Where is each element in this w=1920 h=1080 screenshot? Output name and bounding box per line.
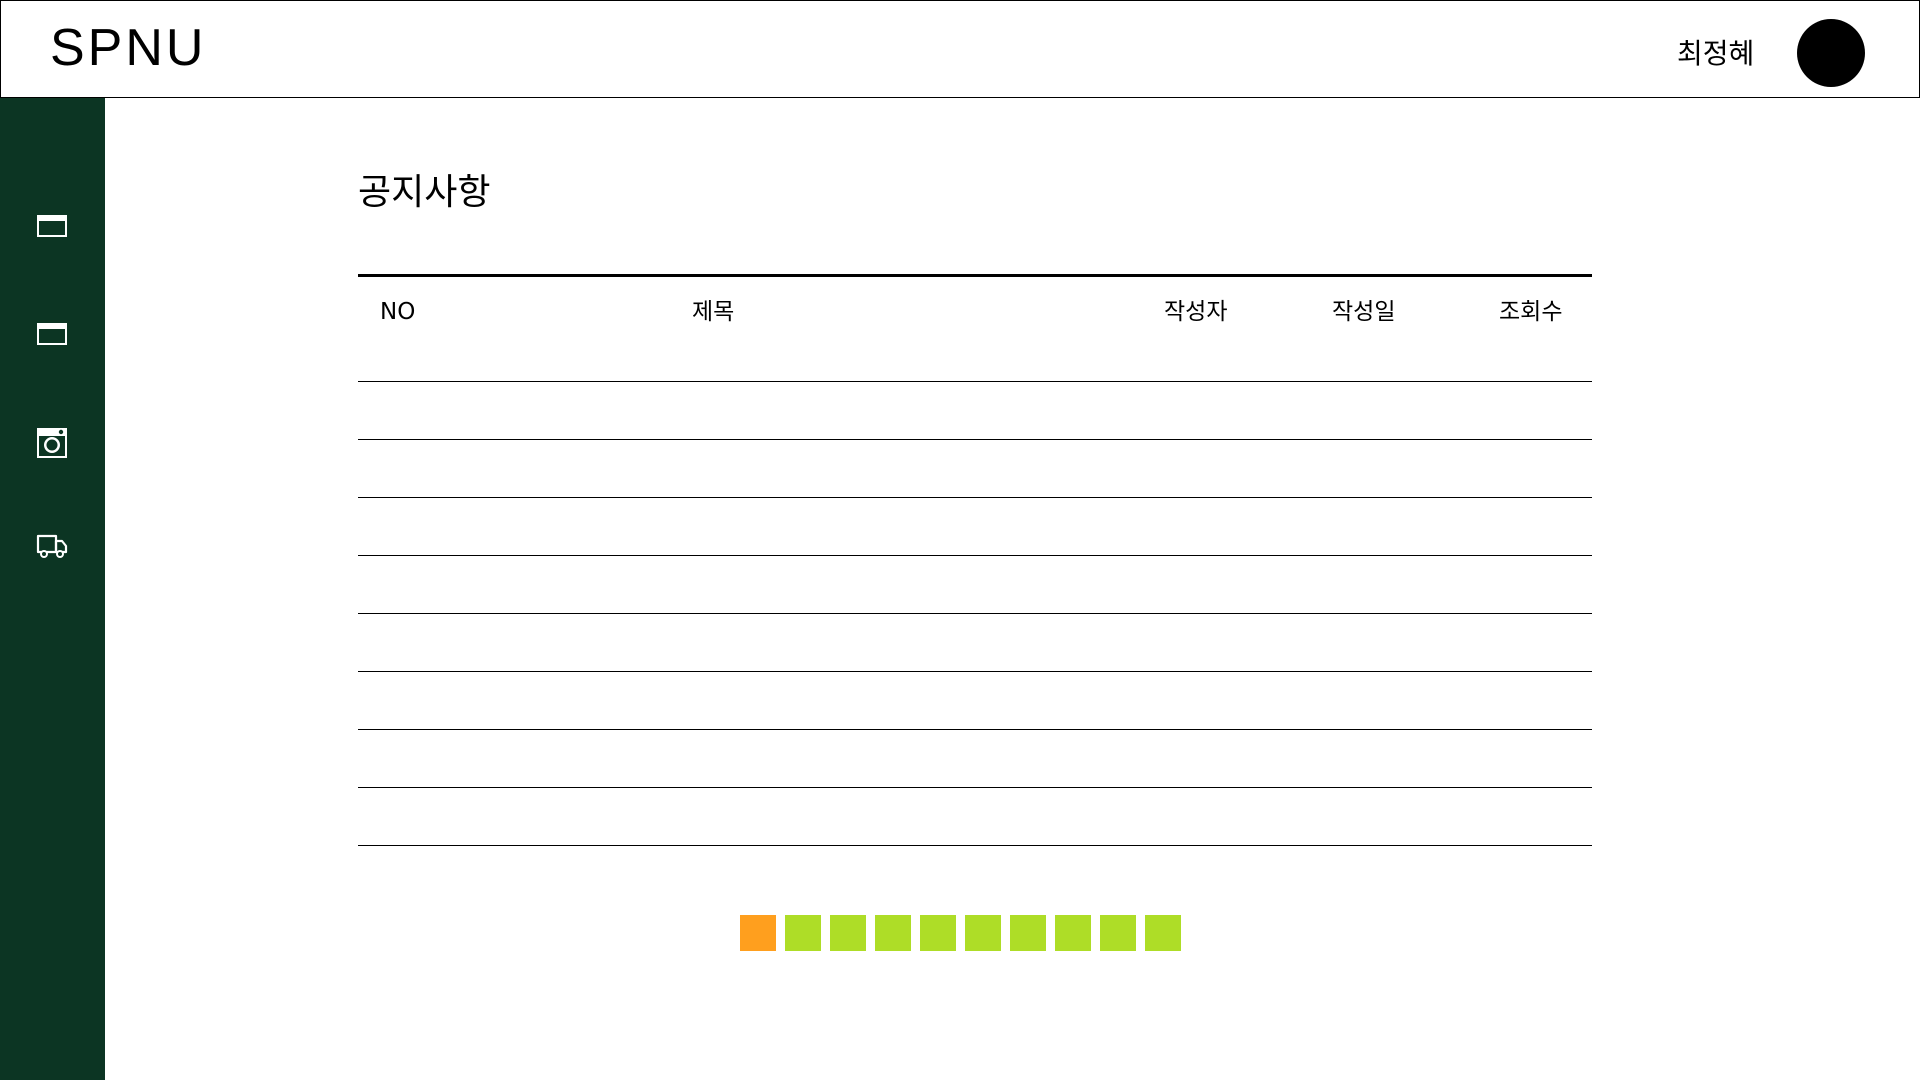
- table-row[interactable]: [358, 614, 1592, 672]
- page-title: 공지사항: [358, 172, 491, 213]
- page-button[interactable]: [1055, 915, 1091, 951]
- card-icon[interactable]: [36, 210, 68, 242]
- page-button[interactable]: [1145, 915, 1181, 951]
- page-button[interactable]: [1010, 915, 1046, 951]
- truck-icon[interactable]: [36, 530, 68, 562]
- table-row[interactable]: [358, 730, 1592, 788]
- page-button[interactable]: [785, 915, 821, 951]
- table-row[interactable]: [358, 672, 1592, 730]
- column-header-author: 작성자: [1164, 299, 1228, 325]
- column-header-views: 조회수: [1499, 299, 1563, 325]
- column-header-date: 작성일: [1332, 299, 1396, 325]
- table-row[interactable]: [358, 556, 1592, 614]
- column-header-title: 제목: [692, 299, 735, 325]
- page-button[interactable]: [830, 915, 866, 951]
- page-button[interactable]: [875, 915, 911, 951]
- page-button[interactable]: [965, 915, 1001, 951]
- instagram-icon[interactable]: [36, 427, 68, 459]
- card-icon[interactable]: [36, 318, 68, 350]
- main-content: 공지사항 NO 제목 작성자 작성일 조회수: [105, 98, 1920, 1080]
- top-header: SPNU 최정혜: [0, 0, 1920, 98]
- user-avatar[interactable]: [1797, 19, 1865, 87]
- page-button[interactable]: [920, 915, 956, 951]
- table-header: NO 제목 작성자 작성일 조회수: [358, 274, 1592, 382]
- page-button[interactable]: [1100, 915, 1136, 951]
- table-row[interactable]: [358, 498, 1592, 556]
- column-header-no: NO: [380, 299, 416, 325]
- user-name: 최정혜: [1677, 37, 1755, 70]
- sidebar: [0, 98, 105, 1080]
- notice-table: NO 제목 작성자 작성일 조회수: [358, 274, 1592, 846]
- page-button-current[interactable]: [740, 915, 776, 951]
- table-row[interactable]: [358, 440, 1592, 498]
- pagination: [740, 915, 1181, 951]
- table-row[interactable]: [358, 382, 1592, 440]
- table-row[interactable]: [358, 788, 1592, 846]
- app-logo[interactable]: SPNU: [50, 17, 206, 79]
